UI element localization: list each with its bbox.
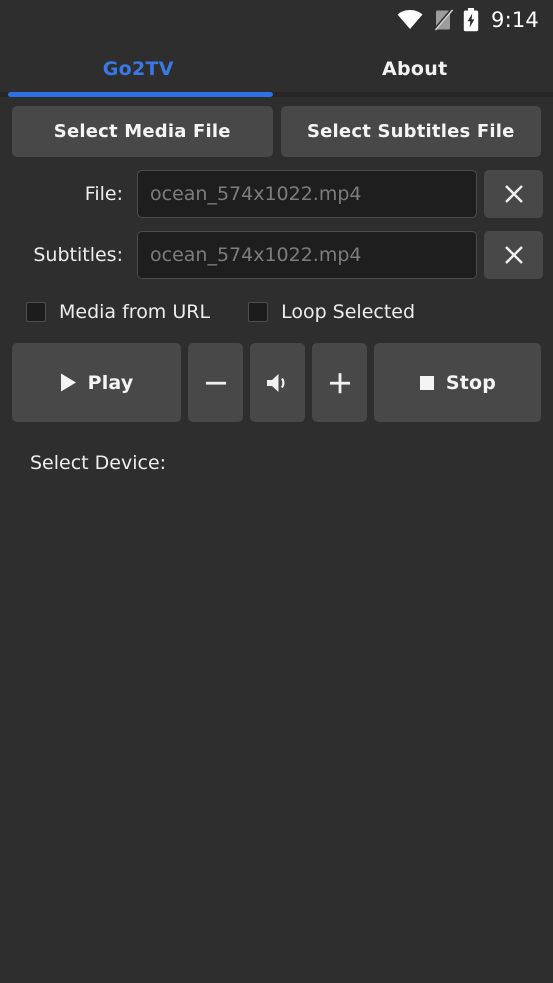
subtitles-field-row: Subtitles: (0, 218, 553, 279)
play-icon (60, 373, 77, 392)
stop-icon (419, 375, 435, 391)
checkbox-media-from-url[interactable]: Media from URL (26, 301, 210, 323)
tab-bar: Go2TV About (0, 40, 553, 97)
tab-active-indicator (8, 92, 273, 97)
close-icon (502, 182, 526, 206)
stop-button-label: Stop (445, 371, 497, 394)
checkbox-loop-selected[interactable]: Loop Selected (248, 301, 415, 323)
plus-icon (329, 372, 351, 394)
battery-charging-icon (463, 8, 479, 32)
playback-controls: Play Stop (0, 323, 553, 422)
file-field-row: File: (0, 157, 553, 218)
speaker-icon (265, 371, 291, 395)
volume-up-button[interactable] (312, 343, 367, 422)
options-row: Media from URL Loop Selected (0, 279, 553, 323)
subtitles-clear-button[interactable] (484, 231, 543, 279)
tab-go2tv[interactable]: Go2TV (0, 40, 277, 97)
checkbox-loop-selected-box[interactable] (248, 302, 269, 322)
stop-button[interactable]: Stop (374, 343, 541, 422)
minus-icon (205, 372, 227, 394)
wifi-icon (397, 10, 423, 30)
file-label: File: (84, 183, 123, 205)
play-button-label: Play (87, 371, 134, 394)
checkbox-loop-selected-label: Loop Selected (281, 301, 416, 323)
file-select-buttons: Select Media File Select Subtitles File (0, 97, 553, 157)
select-device-row: Select Device: (0, 422, 553, 474)
tab-go2tv-label: Go2TV (102, 57, 174, 80)
select-device-label: Select Device: (30, 452, 167, 474)
volume-down-button[interactable] (188, 343, 243, 422)
app-window: 9:14 Go2TV About Select Media File Selec… (0, 0, 553, 983)
volume-button[interactable] (250, 343, 305, 422)
checkbox-media-from-url-box[interactable] (26, 302, 46, 322)
tab-about-label: About (382, 57, 448, 80)
signal-off-icon (433, 9, 454, 31)
subtitles-input[interactable] (137, 231, 477, 279)
play-button[interactable]: Play (12, 343, 181, 422)
close-icon (502, 243, 526, 267)
file-clear-button[interactable] (484, 170, 543, 218)
status-bar: 9:14 (0, 0, 553, 40)
checkbox-media-from-url-label: Media from URL (59, 301, 211, 323)
status-time: 9:14 (491, 8, 539, 32)
file-input[interactable] (137, 170, 477, 218)
tab-about[interactable]: About (277, 40, 553, 97)
subtitles-label: Subtitles: (33, 244, 123, 266)
select-subtitles-file-button[interactable]: Select Subtitles File (280, 106, 541, 157)
select-media-file-button[interactable]: Select Media File (12, 106, 273, 157)
